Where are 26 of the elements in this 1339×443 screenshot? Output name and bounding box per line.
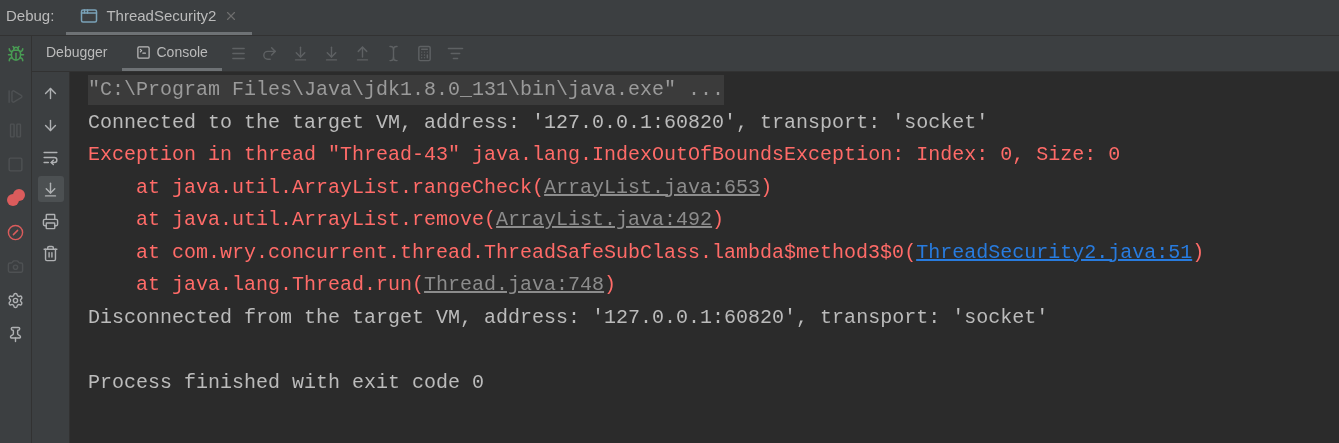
window-icon — [80, 7, 99, 25]
view-tab[interactable]: Debugger — [32, 36, 122, 71]
console-line: Connected to the target VM, address: '127.0.0.1:60820', transport: 'socket' — [88, 109, 989, 136]
error-line: Exception in thread "Thread-43" java.lang.IndexOutOfBoundsException: Index: 0, Size: 0 — [88, 142, 1121, 169]
stack-trace-text: ) — [760, 174, 773, 201]
bug-icon[interactable] — [6, 45, 25, 63]
console-icon — [135, 44, 151, 60]
console-line: Disconnected from the target VM, address: '127.0.0.1:60820', transport: 'socket' — [88, 304, 1049, 331]
stack-trace-text: ) — [712, 207, 725, 234]
debug-label: Debug: — [5, 5, 56, 26]
source-link[interactable]: ArrayList.java:653 — [544, 172, 761, 203]
stack-trace-text: at java.util.ArrayList.remove( — [136, 207, 497, 234]
stack-trace-text: at java.lang.Thread.run( — [136, 272, 425, 299]
source-link[interactable]: ThreadSecurity2.java:51 — [916, 237, 1193, 268]
stack-trace-text: at com.wry.concurrent.thread.ThreadSafeSubClass.lambda$method3$0( — [136, 239, 917, 266]
stack-trace-text: ) — [1192, 239, 1205, 266]
source-link[interactable]: Thread.java:748 — [424, 270, 605, 301]
scroll-to-end-icon[interactable] — [37, 176, 64, 202]
stack-trace-text: ) — [604, 272, 617, 299]
breakpoints-icon[interactable] — [5, 188, 26, 208]
stack-trace-text: at java.util.ArrayList.rangeCheck( — [136, 174, 545, 201]
source-link[interactable]: ArrayList.java:492 — [496, 205, 713, 236]
run-tab[interactable]: ThreadSecurity2 — [66, 0, 253, 35]
console-line: Process finished with exit code 0 — [88, 369, 485, 396]
tab-title: ThreadSecurity2 — [106, 5, 217, 26]
mute-breakpoints-icon[interactable] — [5, 222, 26, 242]
